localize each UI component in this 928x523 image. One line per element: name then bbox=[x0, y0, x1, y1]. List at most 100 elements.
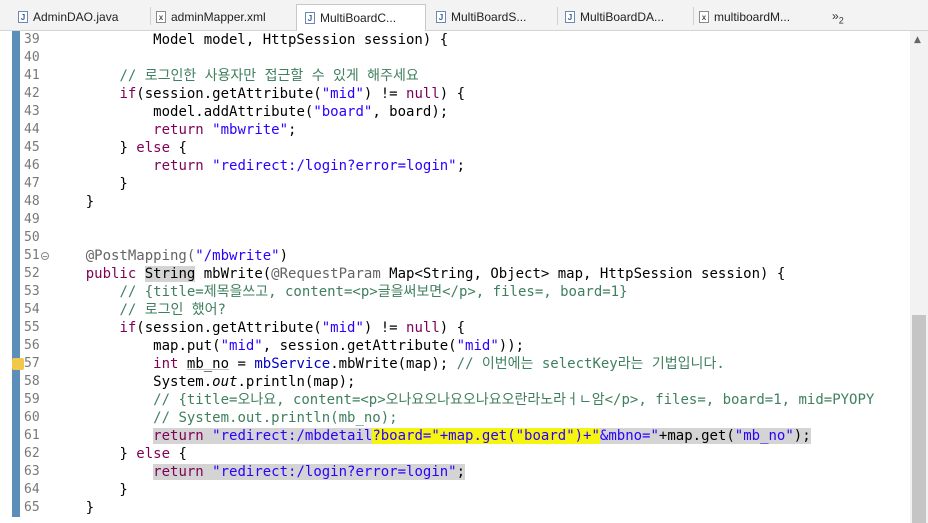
line-number: 43 bbox=[24, 104, 40, 119]
more-tabs-button[interactable]: »2 bbox=[832, 9, 844, 25]
change-marker bbox=[12, 85, 20, 103]
change-marker bbox=[12, 481, 20, 499]
unused-variable: mb_no bbox=[186, 356, 230, 372]
code-text: // 로그인한 사용자만 접근할 수 있게 해주세요 bbox=[119, 68, 419, 84]
line-number: 65 bbox=[24, 500, 40, 515]
code-line: 53 // {title=제목을쓰고, content=<p>글을써보면</p>… bbox=[0, 283, 928, 301]
code-line: 64 } bbox=[0, 481, 928, 499]
tab-divider bbox=[693, 7, 694, 25]
java-file-icon: J bbox=[436, 10, 446, 23]
line-number: 42 bbox=[24, 86, 40, 101]
line-number: 46 bbox=[24, 158, 40, 173]
xml-file-icon: x bbox=[156, 10, 166, 23]
change-marker bbox=[12, 211, 20, 229]
code-text: Model model, HttpSession session) { bbox=[52, 32, 449, 48]
line-number: 45 bbox=[24, 140, 40, 155]
code-line: 40 bbox=[0, 49, 928, 67]
code-line: 44 return "mbwrite"; bbox=[0, 121, 928, 139]
code-text: // System.out.println(mb_no); bbox=[153, 410, 398, 426]
scrollbar-thumb[interactable] bbox=[912, 315, 926, 523]
code-text: // {title=오나요, content=<p>오나요오나요오나요오란라노라… bbox=[153, 392, 875, 408]
tab-label: AdminDAO.java bbox=[33, 9, 119, 24]
line-number: 52 bbox=[24, 266, 40, 281]
code-text: System.out.println(map); bbox=[153, 374, 356, 390]
scroll-up-arrow-icon[interactable]: ▲ bbox=[914, 35, 921, 45]
tab-multiboardservice[interactable]: J MultiBoardS... bbox=[436, 3, 526, 30]
code-line: 65 } bbox=[0, 499, 928, 517]
code-line: 62 } else { bbox=[0, 445, 928, 463]
change-marker bbox=[12, 319, 20, 337]
java-file-icon: J bbox=[18, 10, 28, 23]
line-number: 48 bbox=[24, 194, 40, 209]
code-text: map.put("mid", session.getAttribute("mid… bbox=[153, 338, 525, 354]
code-text: return "mbwrite"; bbox=[153, 122, 297, 138]
fold-toggle-icon[interactable]: − bbox=[41, 252, 49, 261]
change-marker bbox=[12, 67, 20, 85]
code-text: // 로그인 했어? bbox=[119, 302, 226, 318]
java-file-icon: J bbox=[565, 10, 575, 23]
line-number: 40 bbox=[24, 50, 40, 65]
line-number: 61 bbox=[24, 428, 40, 443]
line-number: 41 bbox=[24, 68, 40, 83]
change-marker bbox=[12, 499, 20, 517]
xml-file-icon: x bbox=[699, 10, 709, 23]
code-line: 54 // 로그인 했어? bbox=[0, 301, 928, 319]
change-marker bbox=[12, 103, 20, 121]
warning-icon[interactable] bbox=[12, 358, 24, 370]
code-line: 45 } else { bbox=[0, 139, 928, 157]
tab-multiboardcontroller[interactable]: J MultiBoardC... bbox=[296, 4, 426, 31]
change-marker bbox=[12, 121, 20, 139]
change-marker bbox=[12, 157, 20, 175]
tab-adminmapper-xml[interactable]: x adminMapper.xml bbox=[156, 3, 266, 30]
tab-divider bbox=[557, 7, 558, 25]
code-text: return "redirect:/mbdetail?board="+map.g… bbox=[153, 428, 811, 444]
hidden-tab-count: 2 bbox=[838, 15, 844, 26]
code-line: 51 − @PostMapping("/mbwrite") bbox=[0, 247, 928, 265]
code-line: 39 Model model, HttpSession session) { bbox=[0, 31, 928, 49]
line-number: 59 bbox=[24, 392, 40, 407]
code-line: 41 // 로그인한 사용자만 접근할 수 있게 해주세요 bbox=[0, 67, 928, 85]
code-editor[interactable]: 39 Model model, HttpSession session) { 4… bbox=[0, 31, 928, 523]
code-line: 55 if(session.getAttribute("mid") != nul… bbox=[0, 319, 928, 337]
tab-label: MultiBoardC... bbox=[320, 11, 397, 25]
java-file-icon: J bbox=[305, 12, 315, 24]
line-number: 62 bbox=[24, 446, 40, 461]
tab-label: MultiBoardS... bbox=[451, 9, 527, 24]
code-text: return "redirect:/login?error=login"; bbox=[153, 464, 466, 480]
code-text: } bbox=[52, 176, 128, 192]
tab-admindao-java[interactable]: J AdminDAO.java bbox=[18, 3, 118, 30]
chevron-double-right-icon: » bbox=[832, 9, 839, 23]
line-number: 60 bbox=[24, 410, 40, 425]
change-marker bbox=[12, 409, 20, 427]
line-number: 47 bbox=[24, 176, 40, 191]
line-number: 56 bbox=[24, 338, 40, 353]
change-marker bbox=[12, 445, 20, 463]
line-number: 50 bbox=[24, 230, 40, 245]
change-marker bbox=[12, 229, 20, 247]
code-text: @PostMapping("/mbwrite") bbox=[85, 248, 289, 264]
selection-highlight: String bbox=[144, 266, 196, 282]
change-marker bbox=[12, 373, 20, 391]
change-marker bbox=[12, 283, 20, 301]
line-number: 55 bbox=[24, 320, 40, 335]
code-line: 63 return "redirect:/login?error=login"; bbox=[0, 463, 928, 481]
code-text: return "redirect:/login?error=login"; bbox=[153, 158, 466, 174]
change-marker bbox=[12, 175, 20, 193]
line-number: 57 bbox=[24, 356, 40, 371]
line-number: 44 bbox=[24, 122, 40, 137]
line-number: 58 bbox=[24, 374, 40, 389]
tab-multiboarddao[interactable]: J MultiBoardDA... bbox=[565, 3, 664, 30]
line-number: 63 bbox=[24, 464, 40, 479]
code-text: model.addAttribute("board", board); bbox=[153, 104, 449, 120]
code-line: 59 // {title=오나요, content=<p>오나요오나요오나요오란… bbox=[0, 391, 928, 409]
code-line: 50 bbox=[0, 229, 928, 247]
change-marker bbox=[12, 427, 20, 445]
tab-multiboardmapper[interactable]: x multiboardM... bbox=[699, 3, 790, 30]
code-text: } bbox=[52, 482, 128, 498]
line-number: 39 bbox=[24, 32, 40, 47]
tab-divider bbox=[150, 7, 151, 25]
code-text: if(session.getAttribute("mid") != null) … bbox=[119, 86, 466, 102]
editor-tab-bar: J AdminDAO.java x adminMapper.xml J Mult… bbox=[0, 0, 928, 31]
code-line: 56 map.put("mid", session.getAttribute("… bbox=[0, 337, 928, 355]
code-text: public String mbWrite(@RequestParam Map<… bbox=[85, 266, 786, 282]
